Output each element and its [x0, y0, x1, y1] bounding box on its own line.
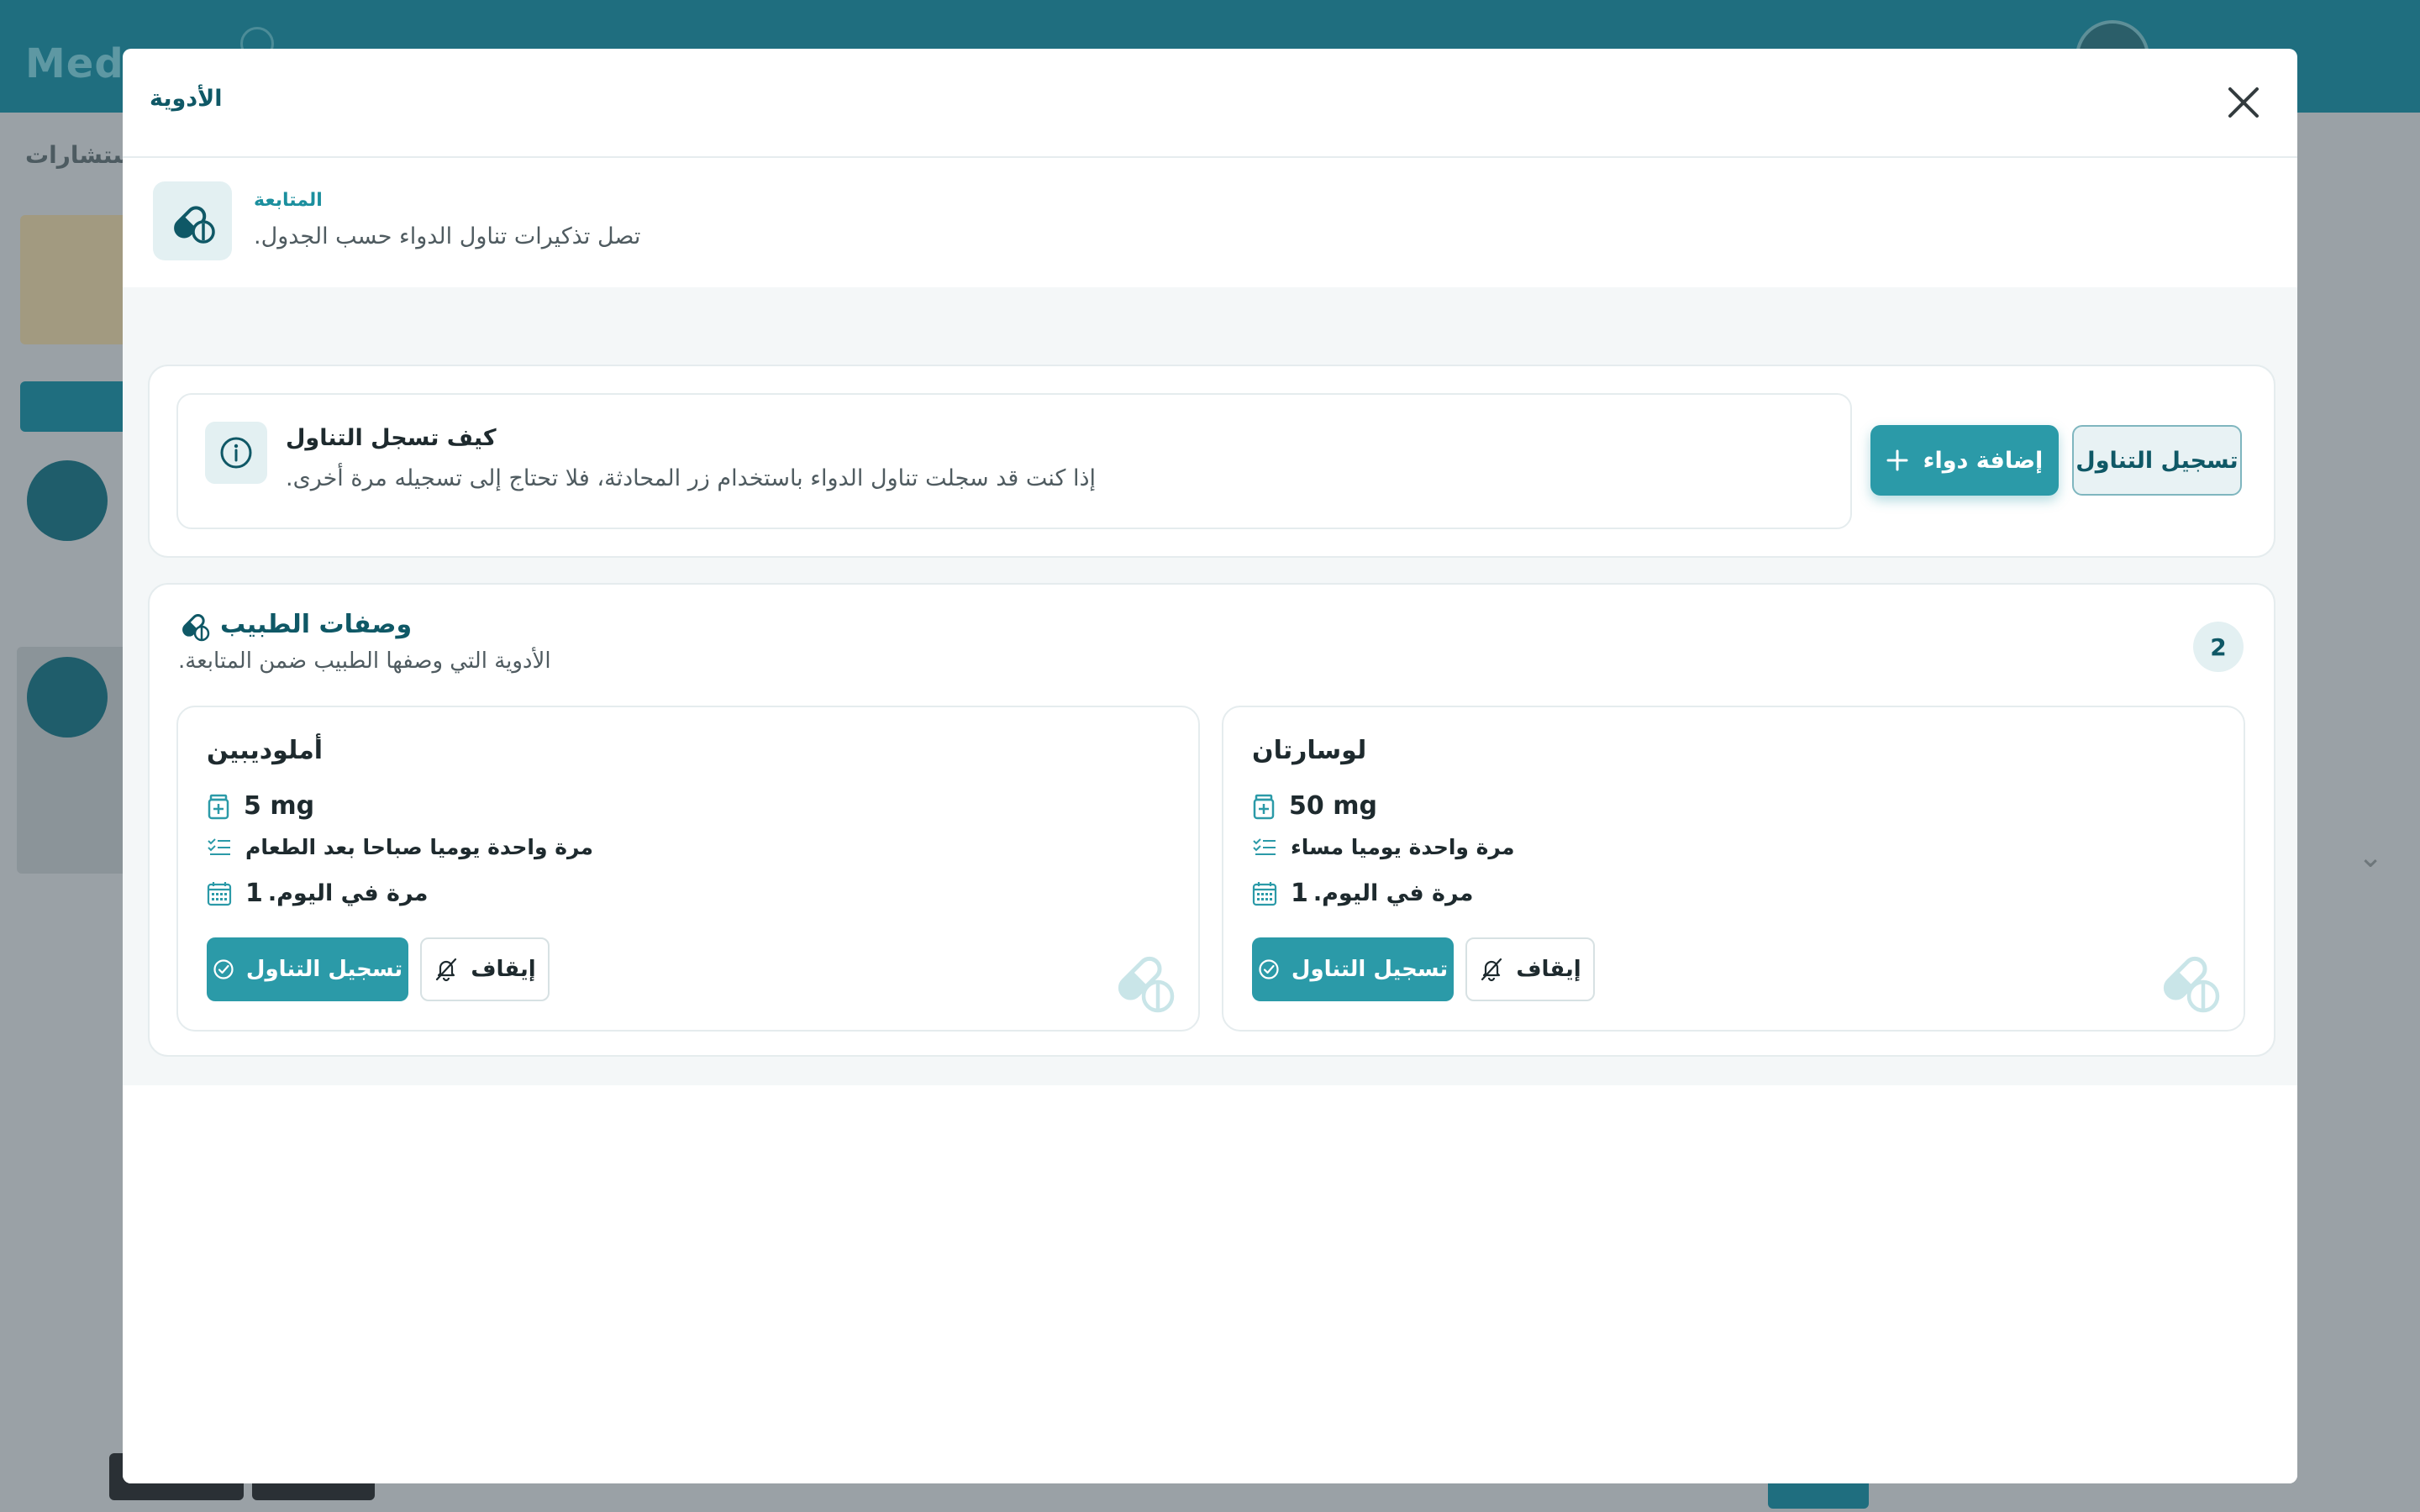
calendar-icon	[207, 881, 232, 906]
list-check-icon	[208, 837, 230, 855]
howto-title: كيف تسجل التناول	[286, 425, 497, 451]
list-check-icon	[1253, 837, 1276, 855]
calendar-icon	[1252, 881, 1277, 906]
modal-body: كيف تسجل التناول إذا كنت قد سجلت تناول ا…	[123, 287, 2297, 1483]
check-circle-icon	[1259, 959, 1279, 979]
medicine-bottle-icon	[208, 794, 229, 819]
medication-frequency: مرة واحدة يوميا مساء	[1291, 835, 1515, 859]
medication-frequency-row: مرة واحدة يوميا مساء	[1252, 835, 1514, 859]
medication-times-row: 1 مرة في اليوم.	[207, 879, 429, 908]
medication-dose: 5 mg	[244, 791, 315, 821]
plus-icon	[1886, 449, 1908, 471]
stop-reminders-button[interactable]: إيقاف	[420, 937, 550, 1001]
stop-reminders-button[interactable]: إيقاف	[1465, 937, 1595, 1001]
stop-reminders-label: إيقاف	[1516, 957, 1581, 982]
background-notice	[20, 215, 129, 344]
medication-dose-row: 50 mg	[1252, 791, 1377, 821]
pill-icon	[2163, 956, 2220, 1013]
check-circle-icon	[213, 959, 234, 979]
medication-frequency-row: مرة واحدة يوميا صباحا بعد الطعام	[207, 835, 593, 859]
pill-icon	[1118, 956, 1175, 1013]
pill-icon	[182, 614, 210, 642]
log-intake-button[interactable]: تسجيل التناول	[207, 937, 408, 1001]
close-icon	[2228, 87, 2259, 118]
medication-dose-row: 5 mg	[207, 791, 314, 821]
medication-times-text: مرة في اليوم.	[267, 880, 429, 906]
log-intake-label: تسجيل التناول	[2075, 447, 2238, 474]
log-intake-button[interactable]: تسجيل التناول	[1252, 937, 1454, 1001]
medication-frequency: مرة واحدة يوميا صباحا بعد الطعام	[245, 835, 593, 859]
bell-off-icon	[436, 958, 457, 982]
chevron-down-icon: ⌄	[2358, 840, 2384, 874]
background-avatar	[27, 460, 108, 541]
body-empty-space	[123, 1085, 2297, 1483]
howto-icon-box	[205, 422, 267, 484]
tracking-description: تصل تذكيرات تناول الدواء حسب الجدول.	[254, 223, 641, 249]
medicine-bottle-icon	[1253, 794, 1275, 819]
modal-header: الأدوية	[123, 49, 2297, 158]
stop-reminders-label: إيقاف	[471, 957, 536, 982]
background-avatar	[27, 657, 108, 738]
log-intake-button[interactable]: تسجيل التناول	[2072, 425, 2242, 496]
pill-icon	[174, 206, 215, 244]
log-intake-label: تسجيل التناول	[245, 957, 403, 982]
medication-dose: 50 mg	[1289, 791, 1377, 821]
close-button[interactable]	[2222, 81, 2265, 124]
prescriptions-count-badge: 2	[2193, 622, 2244, 672]
tracking-label: المتابعة	[254, 190, 323, 211]
add-medication-label: إضافة دواء	[1923, 447, 2044, 474]
prescriptions-title: وصفات الطبيب	[220, 610, 413, 639]
medication-times-count: 1	[245, 879, 263, 908]
howto-description: إذا كنت قد سجلت تناول الدواء باستخدام زر…	[286, 465, 1096, 491]
medication-times-row: 1 مرة في اليوم.	[1252, 879, 1474, 908]
log-intake-label: تسجيل التناول	[1291, 957, 1449, 982]
background-button	[20, 381, 138, 432]
prescriptions-panel: وصفات الطبيب الأدوية التي وصفها الطبيب ض…	[148, 583, 2275, 1057]
medication-times-text: مرة في اليوم.	[1313, 880, 1474, 906]
medication-times-count: 1	[1291, 879, 1308, 908]
add-medication-button[interactable]: إضافة دواء	[1870, 425, 2059, 496]
prescriptions-subtitle: الأدوية التي وصفها الطبيب ضمن المتابعة.	[178, 648, 551, 674]
tracking-icon-box	[153, 181, 232, 260]
modal-title: الأدوية	[150, 86, 223, 112]
medications-modal: الأدوية المتابعة تصل تذكيرات تناول الدوا…	[123, 49, 2297, 1483]
howto-box: كيف تسجل التناول إذا كنت قد سجلت تناول ا…	[176, 393, 1852, 529]
medication-card: لوسارتان 50 mg مرة واحدة يوميا مساء 1 مر…	[1222, 706, 2245, 1032]
bell-off-icon	[1481, 958, 1502, 982]
actions-panel: كيف تسجل التناول إذا كنت قد سجلت تناول ا…	[148, 365, 2275, 558]
medication-card: أملوديبين 5 mg مرة واحدة يوميا صباحا بعد…	[176, 706, 1200, 1032]
medication-name: أملوديبين	[207, 736, 324, 765]
info-icon	[220, 437, 252, 469]
medication-name: لوسارتان	[1252, 736, 1367, 765]
